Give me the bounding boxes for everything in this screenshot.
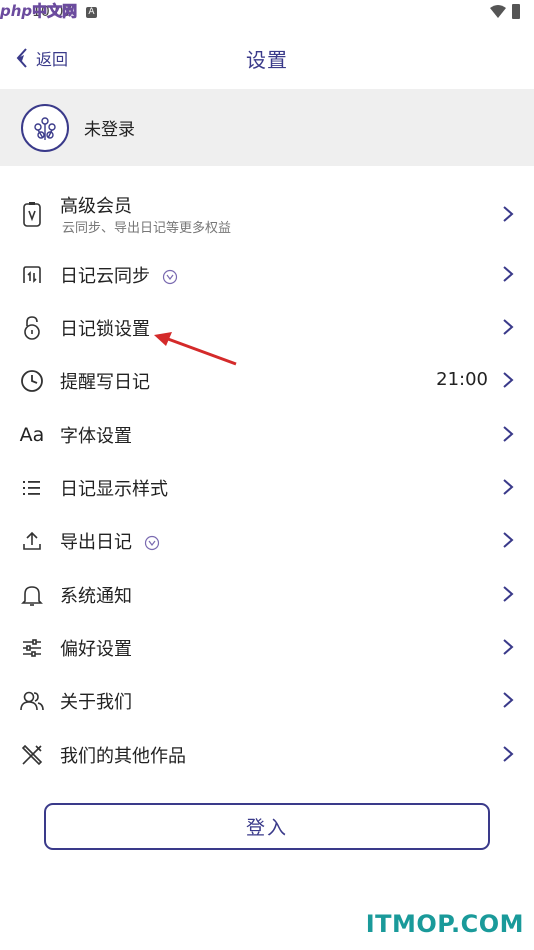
menu-item-preferences[interactable]: 偏好设置 bbox=[0, 621, 534, 674]
menu-item-display-style[interactable]: 日记显示样式 bbox=[0, 461, 534, 514]
font-icon: Aa bbox=[18, 421, 46, 449]
menu-item-label: 日记显示样式 bbox=[60, 479, 168, 500]
chevron-right-icon bbox=[503, 426, 514, 442]
user-card[interactable]: 未登录 bbox=[0, 89, 534, 166]
user-name: 未登录 bbox=[84, 120, 135, 140]
watermark-php: php bbox=[0, 2, 33, 20]
clock-icon bbox=[18, 367, 46, 395]
chevron-right-icon bbox=[503, 746, 514, 762]
list-style-icon bbox=[18, 474, 46, 502]
sliders-icon bbox=[18, 634, 46, 662]
menu-item-vip[interactable]: 高级会员 云同步、导出日记等更多权益 bbox=[0, 188, 534, 241]
avatar bbox=[21, 103, 69, 152]
menu-item-other-apps[interactable]: 我们的其他作品 bbox=[0, 728, 534, 781]
export-icon bbox=[18, 527, 46, 555]
chevron-right-icon bbox=[503, 639, 514, 655]
font-icon-text: Aa bbox=[19, 424, 45, 446]
chevron-right-icon bbox=[503, 586, 514, 602]
bell-icon bbox=[18, 581, 46, 609]
chevron-right-icon bbox=[503, 692, 514, 708]
chevron-right-icon bbox=[503, 266, 514, 282]
menu-item-reminder[interactable]: 提醒写日记 21:00 bbox=[0, 354, 534, 407]
menu-item-sub: 云同步、导出日记等更多权益 bbox=[62, 221, 232, 236]
menu-item-label: 字体设置 bbox=[60, 426, 132, 447]
tools-icon bbox=[18, 741, 46, 769]
menu-item-notifications[interactable]: 系统通知 bbox=[0, 568, 534, 621]
menu-item-cloud-sync[interactable]: 日记云同步 bbox=[0, 248, 534, 301]
lock-icon bbox=[18, 314, 46, 342]
header: 返回 设置 bbox=[0, 28, 534, 88]
chevron-right-icon bbox=[503, 319, 514, 335]
vip-coin-icon bbox=[144, 535, 160, 551]
menu-item-label: 关于我们 bbox=[60, 692, 132, 713]
menu-item-about[interactable]: 关于我们 bbox=[0, 674, 534, 727]
chevron-right-icon bbox=[503, 372, 514, 388]
chevron-right-icon bbox=[503, 532, 514, 548]
people-icon bbox=[18, 687, 46, 715]
menu-item-label: 提醒写日记 bbox=[60, 372, 150, 393]
menu-item-export[interactable]: 导出日记 bbox=[0, 514, 534, 567]
vip-card-icon bbox=[18, 201, 46, 229]
vip-coin-icon bbox=[162, 269, 178, 285]
menu-item-label: 高级会员 bbox=[60, 196, 132, 217]
wifi-icon bbox=[490, 5, 506, 18]
menu-item-label: 日记云同步 bbox=[60, 262, 178, 288]
battery-icon bbox=[512, 4, 520, 19]
menu-item-label: 日记锁设置 bbox=[60, 319, 150, 340]
status-bar: 10:07 A bbox=[0, 0, 534, 28]
reminder-time-value: 21:00 bbox=[436, 369, 488, 390]
watermark-logo: php中文网 bbox=[0, 0, 78, 21]
menu-item-diary-lock[interactable]: 日记锁设置 bbox=[0, 301, 534, 354]
cloud-sync-icon bbox=[18, 261, 46, 289]
watermark-footer: ITMOP.COM bbox=[365, 910, 524, 938]
menu-item-label: 系统通知 bbox=[60, 586, 132, 607]
menu-item-label: 导出日记 bbox=[60, 528, 160, 554]
watermark-cn: 中文网 bbox=[32, 2, 78, 21]
chevron-right-icon bbox=[503, 479, 514, 495]
menu-item-label: 我们的其他作品 bbox=[60, 746, 186, 767]
menu-item-label: 偏好设置 bbox=[60, 639, 132, 660]
page-title: 设置 bbox=[246, 48, 288, 72]
menu-item-font[interactable]: Aa 字体设置 bbox=[0, 408, 534, 461]
notification-badge: A bbox=[86, 7, 97, 18]
avatar-flower-icon bbox=[34, 116, 56, 140]
login-button[interactable]: 登入 bbox=[44, 803, 490, 850]
chevron-right-icon bbox=[503, 206, 514, 222]
